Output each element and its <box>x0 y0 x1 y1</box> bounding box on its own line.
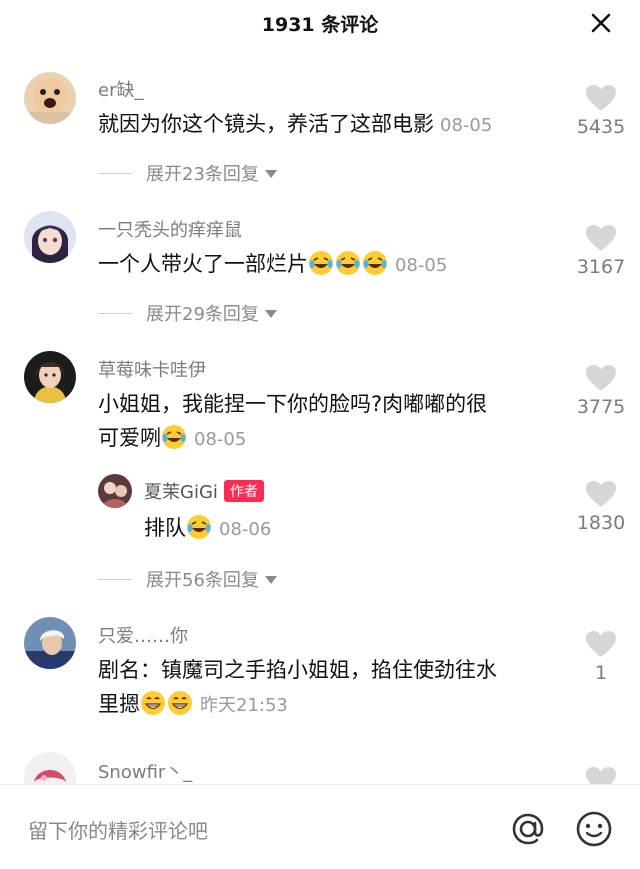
like-count: 3167 <box>576 256 626 278</box>
comment-body: 里摁 <box>98 692 140 716</box>
close-icon[interactable] <box>586 8 616 38</box>
laughing-tears-emoji <box>363 251 387 275</box>
expand-replies-button[interactable]: 展开23条回复 <box>98 160 277 186</box>
chevron-down-icon <box>264 170 277 178</box>
reply-username[interactable]: 夏茉GiGi <box>144 482 218 503</box>
reply-username-row: 夏茉GiGi 作者 <box>144 478 264 504</box>
comment-input-bar: 留下你的精彩评论吧 <box>0 784 640 869</box>
smiley-icon[interactable] <box>572 807 616 851</box>
comment-time: 08-05 <box>194 429 247 450</box>
heart-icon <box>586 631 616 657</box>
reply-body: 排队 <box>144 516 186 540</box>
like-button[interactable]: 3167 <box>566 224 636 278</box>
comment-time: 昨天21:53 <box>200 695 288 716</box>
comment-body: 一个人带火了一部烂片 <box>98 252 308 276</box>
comment-username[interactable]: 草莓味卡哇伊 <box>98 356 206 382</box>
reply-text: 排队 08-06 <box>144 513 271 545</box>
grinning-emoji <box>141 691 165 715</box>
reply-avatar[interactable] <box>98 474 132 508</box>
avatar[interactable] <box>24 211 76 263</box>
avatar[interactable] <box>24 351 76 403</box>
grinning-emoji <box>168 691 192 715</box>
expand-replies-button[interactable]: 展开56条回复 <box>98 566 277 592</box>
reply-time: 08-06 <box>219 519 272 540</box>
laughing-tears-emoji <box>336 251 360 275</box>
comment-body: 就因为你这个镜头，养活了这部电影 <box>98 112 434 136</box>
laughing-tears-emoji <box>187 515 211 539</box>
at-icon[interactable] <box>506 807 550 851</box>
expand-label: 展开56条回复 <box>146 570 259 591</box>
comment-time: 08-05 <box>395 255 448 276</box>
comment-text: 就因为你这个镜头，养活了这部电影 08-05 <box>98 109 492 141</box>
comment-username[interactable]: 只爱……你 <box>98 622 188 648</box>
chevron-down-icon <box>264 310 277 318</box>
comment-input[interactable]: 留下你的精彩评论吧 <box>28 815 208 844</box>
expand-label: 展开29条回复 <box>146 304 259 325</box>
comment-text-line2: 可爱咧 08-05 <box>98 423 246 455</box>
like-button[interactable]: 1830 <box>566 480 636 534</box>
laughing-tears-emoji <box>309 251 333 275</box>
heart-icon <box>586 365 616 391</box>
comment-text-line1: 小姐姐，我能捏一下你的脸吗?肉嘟嘟的很 <box>98 392 488 416</box>
comment-username[interactable]: er缺_ <box>98 76 143 102</box>
avatar[interactable] <box>24 72 76 124</box>
like-button[interactable]: 3775 <box>566 364 636 418</box>
like-count: 1 <box>594 662 608 684</box>
comment-text-line1: 剧名：镇魔司之手掐小姐姐，掐住使劲往水 <box>98 658 497 682</box>
divider-line <box>98 579 132 580</box>
expand-label: 展开23条回复 <box>146 164 259 185</box>
comment-time: 08-05 <box>440 115 493 136</box>
like-count: 3775 <box>576 396 626 418</box>
divider-line <box>98 173 132 174</box>
comments-header: 1931 条评论 <box>0 0 640 46</box>
comment-username[interactable]: Snowfir丶_ <box>98 758 192 784</box>
laughing-tears-emoji <box>162 425 186 449</box>
chevron-down-icon <box>264 576 277 584</box>
divider-line <box>98 313 132 314</box>
expand-replies-button[interactable]: 展开29条回复 <box>98 300 277 326</box>
heart-icon <box>586 225 616 251</box>
heart-icon <box>586 481 616 507</box>
like-count: 5435 <box>576 116 626 138</box>
comment-body: 可爱咧 <box>98 426 161 450</box>
like-button[interactable]: 5435 <box>566 84 636 138</box>
like-count: 1830 <box>576 512 626 534</box>
comment-text: 一个人带火了一部烂片 08-05 <box>98 249 447 281</box>
comment-username[interactable]: 一只秃头的痒痒鼠 <box>98 216 242 242</box>
like-button[interactable]: 1 <box>566 630 636 684</box>
comments-count-title: 1931 条评论 <box>261 14 379 36</box>
heart-icon <box>586 85 616 111</box>
comment-text-line2: 里摁 昨天21:53 <box>98 689 288 721</box>
author-badge: 作者 <box>223 480 264 502</box>
avatar[interactable] <box>24 617 76 669</box>
